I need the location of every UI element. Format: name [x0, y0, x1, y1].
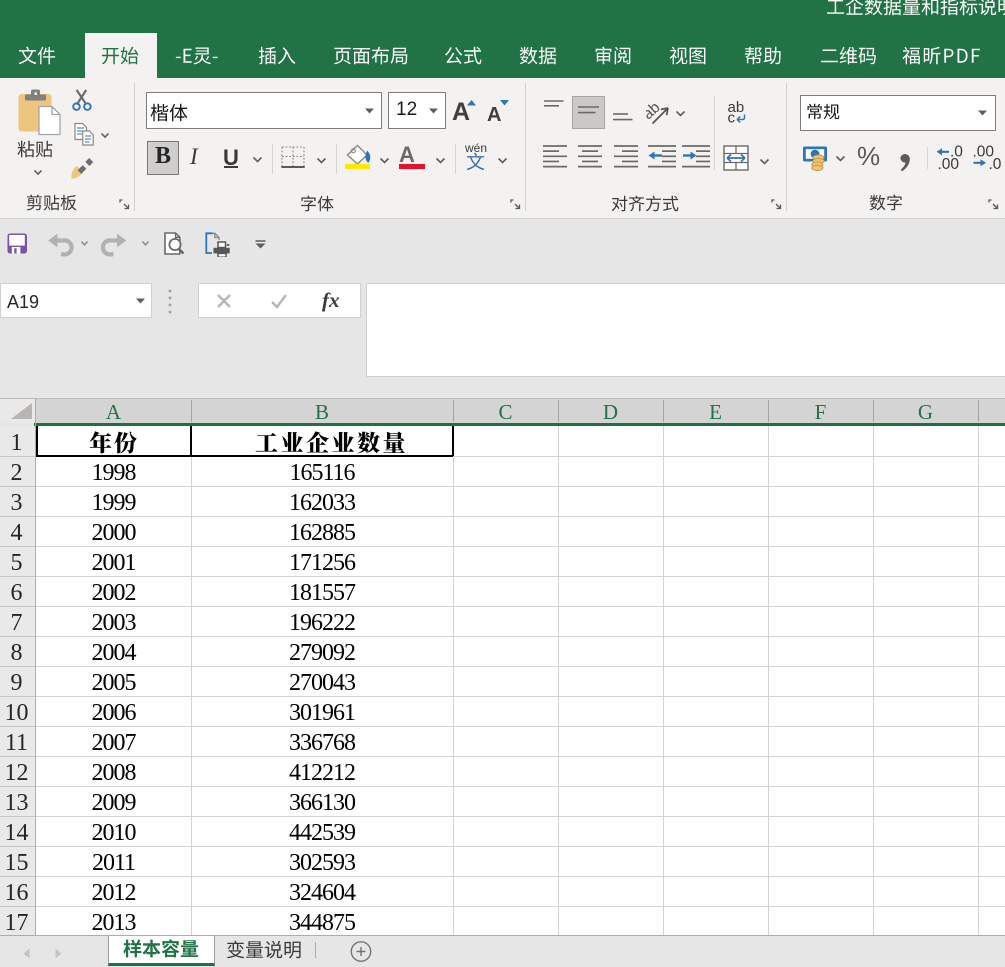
svg-text:.0: .0 — [989, 156, 1002, 172]
svg-text:.00: .00 — [938, 156, 960, 172]
